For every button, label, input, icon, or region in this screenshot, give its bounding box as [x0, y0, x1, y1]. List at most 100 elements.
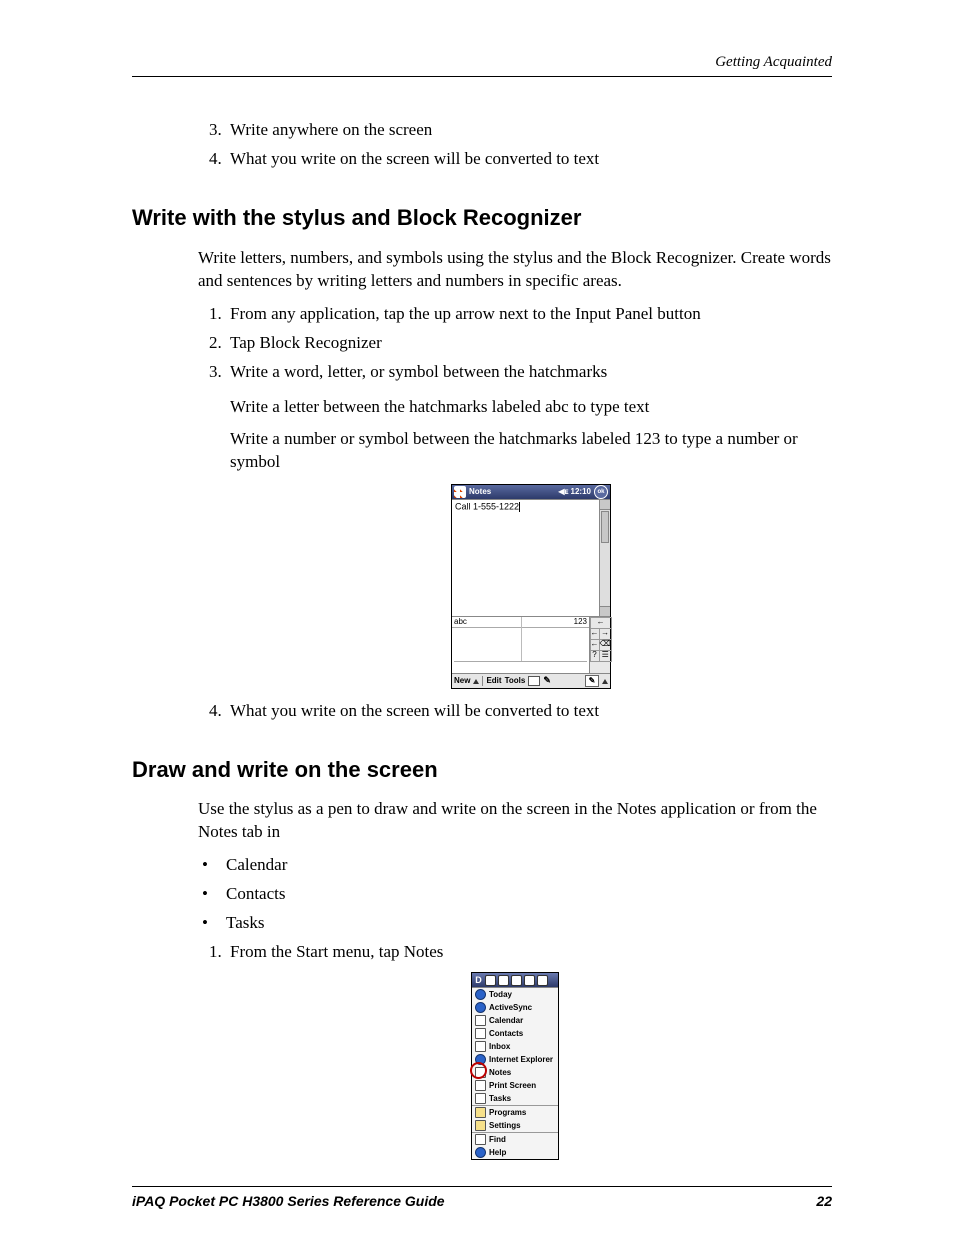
section-heading-draw: Draw and write on the screen — [132, 755, 832, 785]
windows-logo-icon — [454, 486, 466, 498]
baseline-hatchmark — [454, 661, 587, 662]
menu-item-contacts[interactable]: Contacts — [472, 1027, 558, 1040]
bottom-rule — [132, 1186, 832, 1187]
running-header: Getting Acquainted — [132, 52, 832, 72]
section2-body: Use the stylus as a pen to draw and writ… — [198, 798, 832, 1165]
settings-icon — [475, 1120, 486, 1131]
123-label: 123 — [574, 618, 587, 627]
section2-bullets: Calendar Contacts Tasks — [198, 854, 832, 935]
contacts-icon — [475, 1028, 486, 1039]
recording-icon[interactable] — [528, 676, 540, 686]
recent-icon[interactable] — [485, 975, 496, 986]
new-menu-arrow-icon[interactable] — [473, 679, 479, 684]
s1-sub1: Write a letter between the hatchmarks la… — [230, 396, 832, 419]
speaker-icon: ◀ᴇ — [558, 488, 568, 497]
s1-step1: From any application, tap the up arrow n… — [226, 303, 832, 326]
step-3: Write anywhere on the screen — [226, 119, 832, 142]
menu-label: Calendar — [489, 1016, 523, 1025]
menu-item-find[interactable]: Find — [472, 1133, 558, 1146]
section1-intro: Write letters, numbers, and symbols usin… — [198, 247, 832, 293]
ppc-titlebar: Notes ◀ᴇ 12:10 ok — [452, 485, 610, 499]
pencil-icon[interactable]: ✎ — [543, 676, 551, 686]
scroll-up-icon[interactable] — [600, 500, 610, 510]
menu-item-settings[interactable]: Settings — [472, 1119, 558, 1132]
scroll-down-icon[interactable] — [600, 606, 610, 616]
s1-step2: Tap Block Recognizer — [226, 332, 832, 355]
drive-letter-icon: D — [474, 975, 483, 985]
menu-label: Inbox — [489, 1042, 510, 1051]
menu-item-calendar[interactable]: Calendar — [472, 1014, 558, 1027]
note-canvas[interactable]: Call 1-555-1222 — [452, 500, 599, 616]
top-rule — [132, 76, 832, 77]
menu-label: Contacts — [489, 1029, 523, 1038]
menu-item-printscreen[interactable]: Print Screen — [472, 1079, 558, 1092]
tools-menu[interactable]: Tools — [505, 677, 526, 686]
side-key-grid: ← ← → ← ⌫ ? ☰ — [589, 617, 610, 673]
start-menu-screenshot: D Today ActiveSync Calendar Contacts Inb… — [471, 972, 559, 1160]
recent-icon[interactable] — [537, 975, 548, 986]
menu-item-activesync[interactable]: ActiveSync — [472, 1001, 558, 1014]
menu-label: Notes — [489, 1068, 511, 1077]
clock: 12:10 — [571, 488, 591, 497]
notes-icon — [475, 1067, 486, 1078]
continuation-list: Write anywhere on the screen What you wr… — [198, 119, 832, 171]
menu-item-help[interactable]: Help — [472, 1146, 558, 1159]
activesync-icon — [475, 1002, 486, 1013]
s1-step3: Write a word, letter, or symbol between … — [226, 361, 832, 690]
ppc-bottombar: New Edit Tools ✎ ✎ — [452, 673, 610, 688]
section-heading-block-recognizer: Write with the stylus and Block Recogniz… — [132, 203, 832, 233]
menu-item-today[interactable]: Today — [472, 988, 558, 1001]
app-title: Notes — [469, 488, 491, 497]
text-caret — [519, 502, 520, 512]
bullet-contacts: Contacts — [198, 883, 832, 906]
recent-icon[interactable] — [524, 975, 535, 986]
menu-item-tasks[interactable]: Tasks — [472, 1092, 558, 1105]
figure-start-menu: D Today ActiveSync Calendar Contacts Inb… — [198, 972, 832, 1165]
note-text: Call 1-555-1222 — [455, 502, 519, 512]
s1-step3-text: Write a word, letter, or symbol between … — [230, 362, 607, 381]
today-icon — [475, 989, 486, 1000]
footer-title: iPAQ Pocket PC H3800 Series Reference Gu… — [132, 1192, 445, 1211]
block-recognizer-area[interactable]: abc 123 — [452, 617, 589, 673]
edit-menu[interactable]: Edit — [486, 677, 501, 686]
ppc-body: Call 1-555-1222 — [452, 499, 610, 616]
ie-icon — [475, 1054, 486, 1065]
recent-icon[interactable] — [511, 975, 522, 986]
menu-label: Print Screen — [489, 1081, 536, 1090]
s2-step1: From the Start menu, tap Notes — [226, 941, 832, 964]
menu-label: Programs — [489, 1108, 526, 1117]
scrollbar[interactable] — [599, 500, 610, 616]
figure-notes-app: Notes ◀ᴇ 12:10 ok Call 1-555-1222 — [230, 484, 832, 690]
page-number: 22 — [816, 1192, 832, 1211]
input-panel: abc 123 ← ← → ← ⌫ — [452, 616, 610, 673]
menu-label: Internet Explorer — [489, 1055, 553, 1064]
menu-item-inbox[interactable]: Inbox — [472, 1040, 558, 1053]
center-hatchmark — [521, 617, 522, 662]
recent-icon[interactable] — [498, 975, 509, 986]
start-menu-iconrow: D — [472, 973, 558, 988]
new-menu[interactable]: New — [454, 677, 470, 686]
menu-item-notes[interactable]: Notes — [472, 1066, 558, 1079]
page: Getting Acquainted Write anywhere on the… — [0, 0, 954, 1235]
key-kbd[interactable]: ☰ — [599, 650, 612, 662]
menu-item-ie[interactable]: Internet Explorer — [472, 1053, 558, 1066]
menu-label: Settings — [489, 1121, 521, 1130]
tasks-icon — [475, 1093, 486, 1104]
section1-body: Write letters, numbers, and symbols usin… — [198, 247, 832, 723]
step-4: What you write on the screen will be con… — [226, 148, 832, 171]
s1-sub2: Write a number or symbol between the hat… — [230, 428, 832, 474]
separator-icon — [482, 676, 483, 686]
section2-steps: From the Start menu, tap Notes — [226, 941, 832, 964]
menu-item-programs[interactable]: Programs — [472, 1106, 558, 1119]
calendar-icon — [475, 1015, 486, 1026]
sip-arrow-icon[interactable] — [602, 679, 608, 684]
bullet-tasks: Tasks — [198, 912, 832, 935]
menu-label: Help — [489, 1148, 506, 1157]
scroll-thumb[interactable] — [601, 511, 609, 543]
printscreen-icon — [475, 1080, 486, 1091]
programs-icon — [475, 1107, 486, 1118]
menu-label: Tasks — [489, 1094, 511, 1103]
ok-button[interactable]: ok — [594, 485, 608, 499]
menu-label: Today — [489, 990, 512, 999]
sip-button[interactable]: ✎ — [585, 675, 599, 687]
